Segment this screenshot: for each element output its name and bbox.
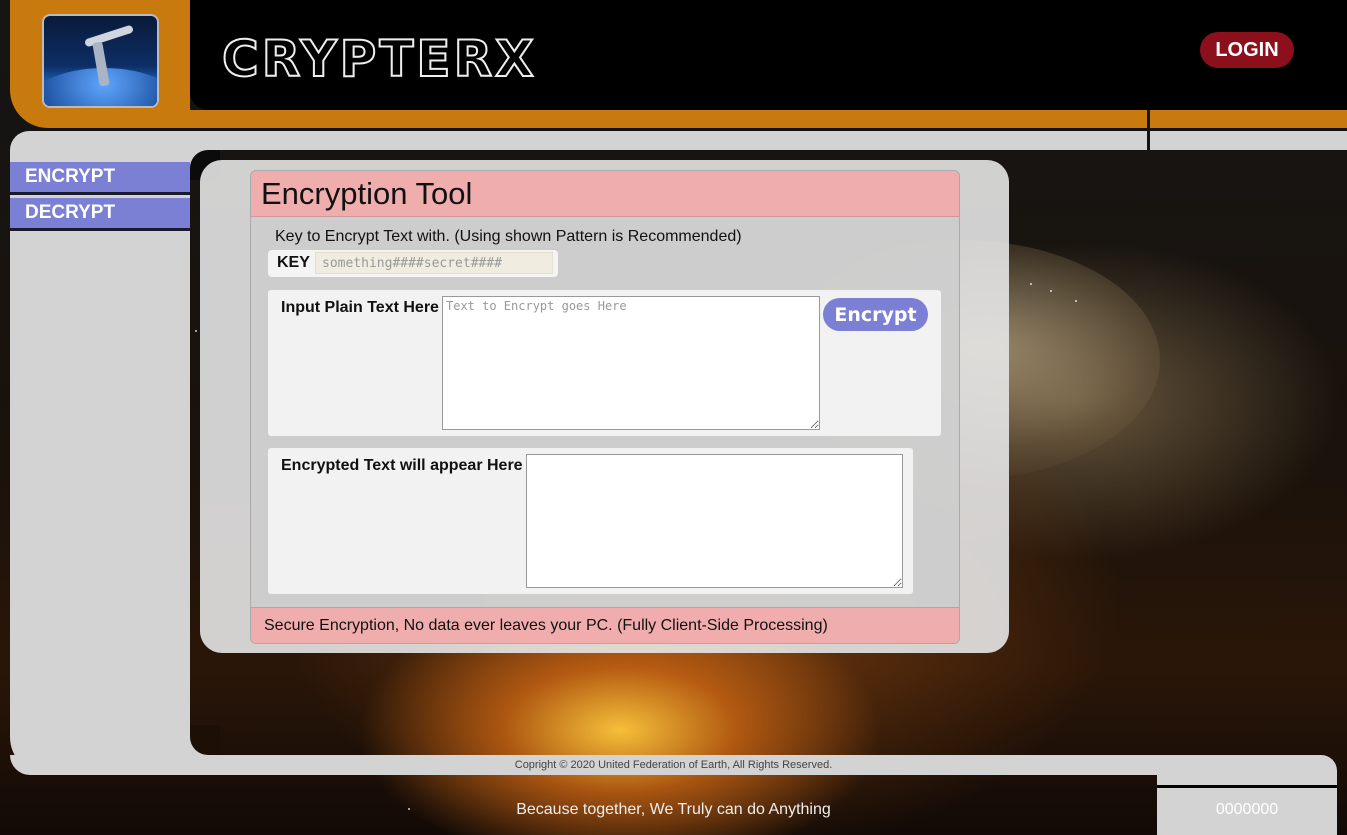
lcars-grey-bar <box>10 131 1147 150</box>
station-graphic <box>83 24 135 48</box>
visit-counter: 0000000 <box>1215 801 1279 818</box>
key-field-group: KEY <box>268 250 558 277</box>
key-input[interactable] <box>315 252 553 274</box>
lcars-footer-divider <box>1157 785 1337 788</box>
output-label: Encrypted Text will appear Here <box>281 457 523 474</box>
lcars-orange-bar-right <box>1150 110 1347 128</box>
tool-title: Encryption Tool <box>251 171 959 217</box>
input-label: Input Plain Text Here <box>281 299 439 316</box>
sidebar-item-decrypt[interactable]: DECRYPT <box>10 198 190 231</box>
sidebar-item-encrypt[interactable]: ENCRYPT <box>10 162 190 195</box>
copyright-text: Copright © 2020 United Federation of Ear… <box>514 759 833 771</box>
star-decoration <box>1075 300 1077 302</box>
encrypt-button[interactable]: Encrypt <box>823 298 928 331</box>
star-decoration <box>1030 283 1032 285</box>
lcars-inner-corner-bottom <box>190 725 220 755</box>
lcars-grey-bar-right <box>1150 131 1347 150</box>
lcars-orange-bar <box>190 110 1147 128</box>
key-hint: Key to Encrypt Text with. (Using shown P… <box>275 228 742 245</box>
login-button[interactable]: LOGIN <box>1200 32 1294 68</box>
lcars-sidebar-frame <box>10 150 190 775</box>
star-decoration <box>195 330 197 332</box>
key-label: KEY <box>277 254 310 271</box>
star-decoration <box>1050 290 1052 292</box>
tagline: Because together, We Truly can do Anythi… <box>516 801 831 818</box>
space-station-logo-icon <box>42 14 159 108</box>
plaintext-input[interactable] <box>442 296 820 430</box>
brand-title: CrypterX <box>221 29 537 89</box>
ciphertext-output[interactable] <box>526 454 903 588</box>
tool-footer-note: Secure Encryption, No data ever leaves y… <box>251 607 959 643</box>
